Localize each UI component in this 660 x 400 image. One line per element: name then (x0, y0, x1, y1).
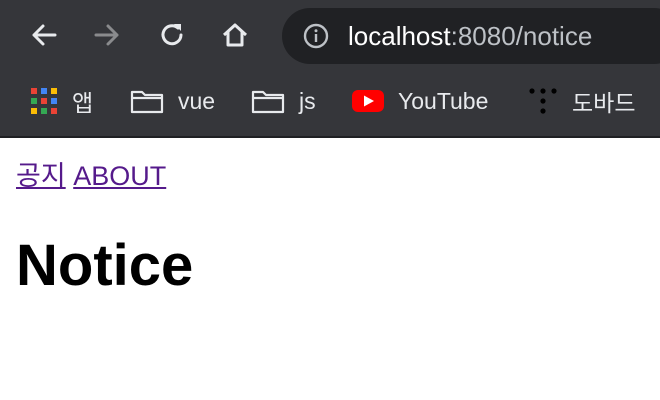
url-path: :8080/notice (450, 20, 593, 51)
about-link[interactable]: ABOUT (73, 161, 166, 191)
bookmark-apps[interactable]: 앱 (30, 72, 93, 130)
home-button[interactable] (215, 15, 255, 55)
bookmark-label: js (299, 87, 316, 114)
bookmark-youtube[interactable]: YouTube (352, 72, 488, 130)
page-content: 공지 ABOUT Notice (0, 138, 660, 400)
folder-icon (251, 88, 285, 114)
bookmark-label: YouTube (398, 87, 489, 114)
bookmark-folder-vue[interactable]: vue (130, 72, 215, 130)
dobad-icon (528, 86, 558, 116)
bookmark-label: 도바드 (572, 90, 636, 116)
apps-grid-icon (30, 87, 58, 115)
forward-button[interactable] (87, 15, 127, 55)
reload-button[interactable] (152, 15, 192, 55)
bookmarks-bar: 앱 vue js YouTube 도바드 (0, 72, 660, 130)
home-icon (222, 23, 248, 47)
forward-arrow-icon (94, 24, 119, 46)
site-info-icon[interactable] (302, 22, 330, 50)
back-button[interactable] (24, 15, 64, 55)
page-title: Notice (16, 233, 194, 298)
bookmark-folder-js[interactable]: js (251, 72, 316, 130)
browser-toolbar: localhost:8080/notice (0, 0, 660, 72)
back-arrow-icon (32, 24, 57, 46)
bookmark-dobad[interactable]: 도바드 (528, 72, 635, 130)
router-nav: 공지 ABOUT (16, 154, 166, 193)
folder-icon (130, 88, 164, 114)
bookmark-label: vue (178, 87, 216, 114)
address-url: localhost:8080/notice (348, 21, 592, 52)
url-host: localhost (348, 20, 451, 51)
bookmark-label: 앱 (72, 90, 94, 116)
reload-icon (161, 24, 183, 46)
notice-link[interactable]: 공지 (16, 161, 66, 191)
youtube-icon (352, 89, 384, 113)
browser-chrome: localhost:8080/notice 앱 vue js YouTube 도… (0, 0, 660, 138)
address-bar[interactable]: localhost:8080/notice (282, 8, 660, 64)
